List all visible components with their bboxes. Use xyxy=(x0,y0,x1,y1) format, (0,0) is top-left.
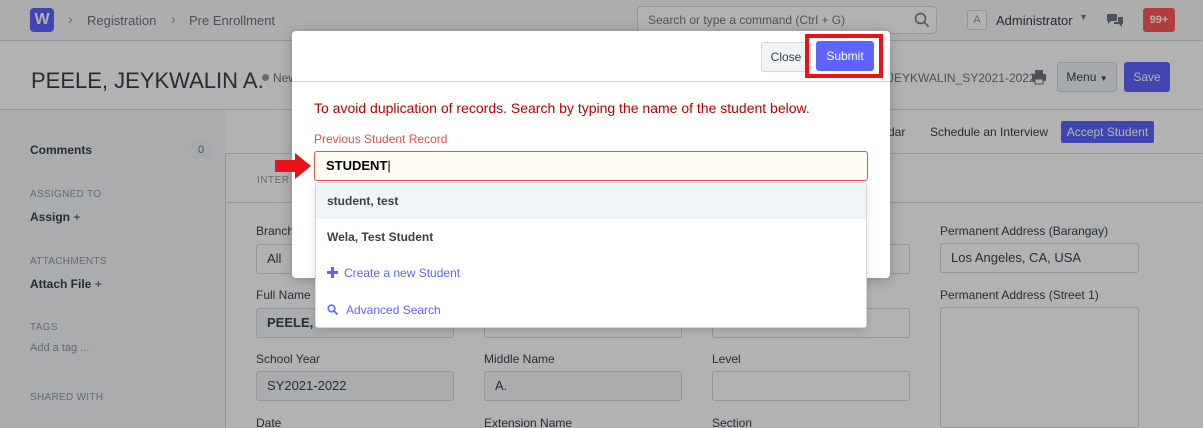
previous-record-value: STUDENT xyxy=(326,158,388,173)
previous-record-input[interactable]: STUDENT| xyxy=(314,151,868,181)
result-label: Wela, Test Student xyxy=(327,230,434,244)
advanced-search-option[interactable]: Advanced Search xyxy=(316,292,866,328)
previous-record-label: Previous Student Record xyxy=(314,132,448,146)
list-item[interactable]: Wela, Test Student xyxy=(316,219,866,255)
create-student-option[interactable]: Create a new Student xyxy=(316,255,866,291)
advanced-search-label: Advanced Search xyxy=(346,303,441,317)
highlight-annotation xyxy=(805,34,883,78)
dialog-header: Close Submit xyxy=(292,31,890,82)
search-icon xyxy=(327,304,338,315)
dialog-instruction: To avoid duplication of records. Search … xyxy=(314,100,810,116)
autocomplete-dropdown: student, test Wela, Test Student Create … xyxy=(315,182,867,328)
result-label: student, test xyxy=(327,194,399,208)
plus-icon xyxy=(327,267,338,278)
pointer-arrow-icon xyxy=(275,153,311,179)
list-item[interactable]: student, test xyxy=(316,183,866,219)
close-button[interactable]: Close xyxy=(761,42,811,72)
text-cursor: | xyxy=(387,158,391,173)
create-student-label: Create a new Student xyxy=(344,266,461,280)
